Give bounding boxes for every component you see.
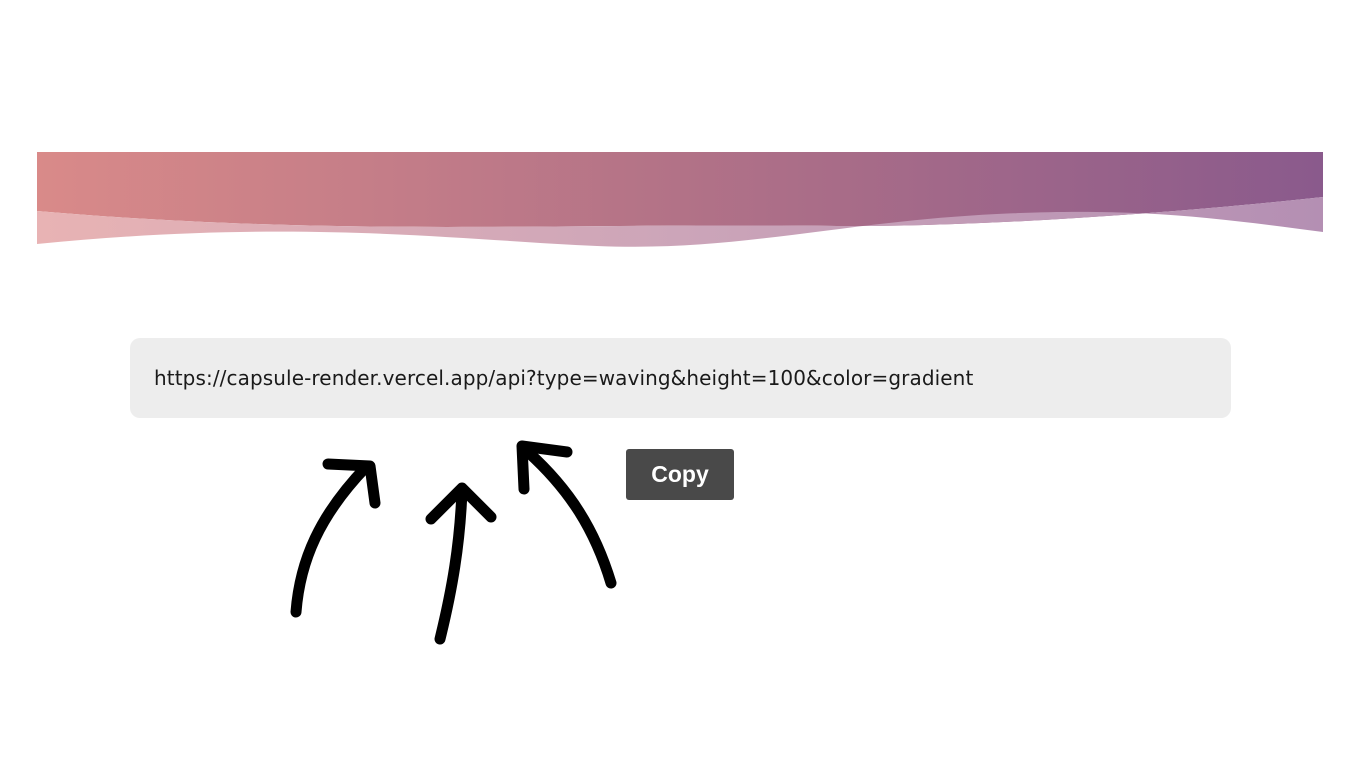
curved-arrow-icon [516,440,617,589]
curved-arrow-icon [290,458,381,618]
wave-banner-graphic [37,152,1323,247]
page: https://capsule-render.vercel.app/api?ty… [0,0,1366,768]
wave-banner [37,152,1323,252]
url-field[interactable]: https://capsule-render.vercel.app/api?ty… [130,338,1231,418]
copy-button[interactable]: Copy [626,449,734,500]
wave-dark [37,152,1323,227]
straight-arrow-icon [425,482,497,645]
url-text: https://capsule-render.vercel.app/api?ty… [154,366,974,390]
